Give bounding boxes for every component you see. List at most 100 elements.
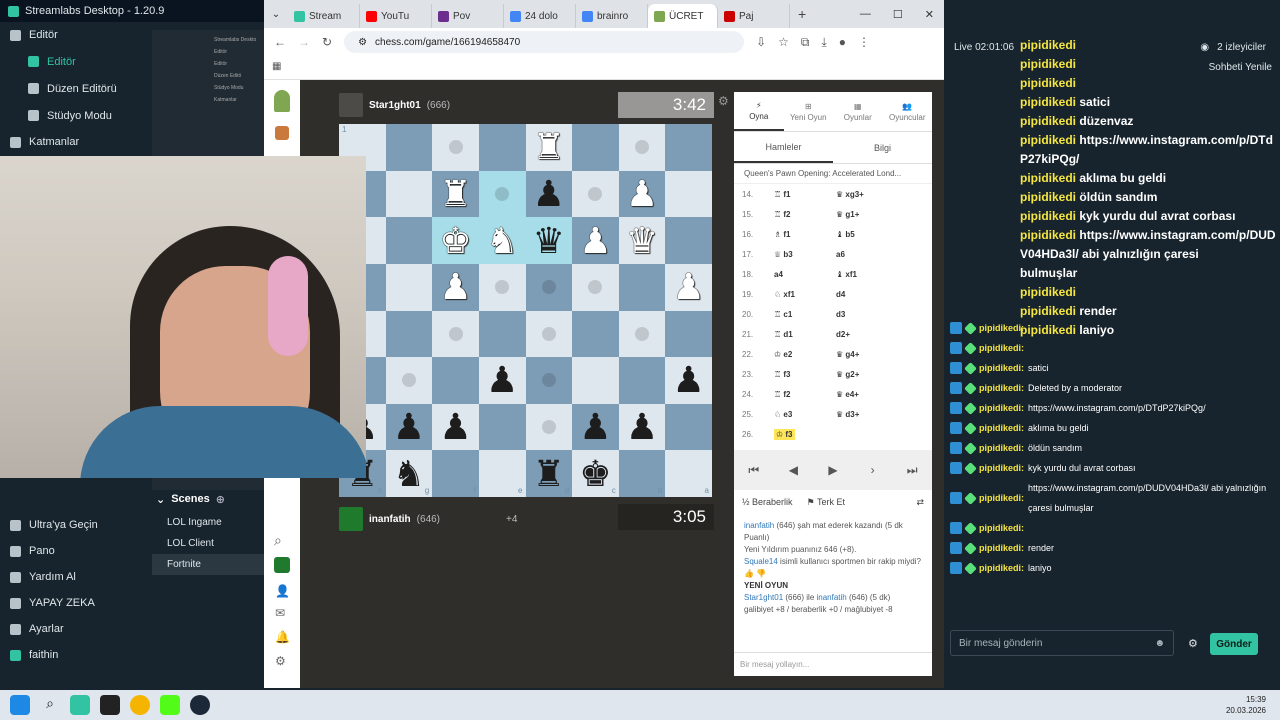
tab-play[interactable]: ⚡ Oyna xyxy=(734,92,784,131)
black-knight-icon[interactable]: ♞ xyxy=(393,455,425,492)
sidebar-item-ai[interactable]: YAPAY ZEKA xyxy=(0,590,152,616)
board-square[interactable]: ♟ xyxy=(432,263,479,311)
first-move-button[interactable]: ⏮ xyxy=(739,457,769,483)
board-square[interactable]: ♟ xyxy=(478,357,526,404)
black-pawn-icon[interactable]: ♟ xyxy=(486,362,518,398)
black-move[interactable]: ♛ d3+ xyxy=(836,410,896,419)
white-move[interactable]: ♕ b3 xyxy=(766,250,836,259)
board-square[interactable] xyxy=(385,310,433,358)
chess-board[interactable]: 1♜♜♟♟♚♞♛♟♛♟♟♟♟♟♟♟♟♟♜h♞gfe♜d♚cba xyxy=(339,124,712,497)
scene-item-selected[interactable]: Fortnite xyxy=(152,554,264,575)
white-move[interactable]: ♘ xf1 xyxy=(766,290,836,299)
new-tab-icon[interactable]: + xyxy=(798,6,806,22)
black-rook-icon[interactable]: ♜ xyxy=(533,455,565,492)
extensions-icon[interactable]: ⧉ xyxy=(801,35,810,50)
steam-icon[interactable] xyxy=(190,695,210,715)
chat-username[interactable]: pipidikedi: xyxy=(979,538,1024,558)
black-king-icon[interactable]: ♚ xyxy=(579,455,611,492)
white-pawn-icon[interactable]: ♟ xyxy=(673,269,705,305)
board-square[interactable]: ♜ d xyxy=(525,450,573,497)
bell-icon[interactable]: 🔔 xyxy=(275,630,290,644)
settings-gear-icon[interactable]: ⚙ xyxy=(275,654,286,668)
chat-input[interactable]: Bir mesaj gönderin ☻ xyxy=(950,630,1174,656)
white-move[interactable]: ♔ e2 xyxy=(766,350,836,359)
streamlabs-icon[interactable] xyxy=(70,695,90,715)
browser-tab-active[interactable]: ÜCRET xyxy=(648,4,718,28)
white-knight-icon[interactable]: ♞ xyxy=(486,222,518,259)
board-square[interactable] xyxy=(525,403,573,451)
board-square[interactable] xyxy=(618,310,666,358)
browser-tab[interactable]: brainro xyxy=(576,4,648,28)
play-icon[interactable] xyxy=(275,126,289,140)
board-square[interactable] xyxy=(478,170,526,218)
white-move[interactable]: ♖ f1 xyxy=(766,190,836,199)
board-square[interactable] xyxy=(432,310,479,358)
send-button[interactable]: Gönder xyxy=(1210,633,1258,655)
white-king-icon[interactable]: ♚ xyxy=(439,222,471,259)
white-pawn-icon[interactable]: ♟ xyxy=(439,269,471,305)
tab-moves[interactable]: Hamleler xyxy=(734,132,833,163)
board-settings-icon[interactable]: ⚙ xyxy=(718,94,729,108)
board-square[interactable]: f xyxy=(432,450,479,497)
back-icon[interactable]: ← xyxy=(274,35,286,49)
kick-icon[interactable] xyxy=(160,695,180,715)
board-square[interactable] xyxy=(665,124,712,171)
board-square[interactable]: b xyxy=(618,450,666,497)
board-square[interactable] xyxy=(432,357,479,404)
play-button[interactable]: ▶ xyxy=(818,457,848,483)
thumbs-up-icon[interactable]: 👍 xyxy=(744,569,754,578)
sidebar-item-ultra[interactable]: Ultra'ya Geçin xyxy=(0,512,152,538)
board-square[interactable] xyxy=(572,357,619,404)
white-move[interactable]: ♖ f3 xyxy=(766,370,836,379)
board-square[interactable] xyxy=(385,124,433,171)
white-move[interactable]: ♖ d1 xyxy=(766,330,836,339)
add-scene-icon[interactable]: ⊕ xyxy=(216,493,225,506)
board-square[interactable]: ♟ xyxy=(525,170,573,218)
tab-search-icon[interactable]: ⌄ xyxy=(264,9,288,20)
black-pawn-icon[interactable]: ♟ xyxy=(626,409,658,445)
reload-icon[interactable]: ↻ xyxy=(322,35,332,49)
close-icon[interactable]: ✕ xyxy=(925,8,934,21)
white-move[interactable]: ♖ f2 xyxy=(766,390,836,399)
chess-logo-icon[interactable] xyxy=(274,90,290,112)
scene-item[interactable]: LOL Ingame xyxy=(152,512,264,533)
tab-new-game[interactable]: ⊞ Yeni Oyun xyxy=(784,92,834,131)
windows-start-icon[interactable] xyxy=(10,695,30,715)
chat-username[interactable]: pipidikedi: xyxy=(979,488,1024,508)
apps-grid-icon[interactable]: ▦ xyxy=(272,61,281,72)
browser-tab[interactable]: YouTu xyxy=(360,4,432,28)
top-player-name[interactable]: Star1ght01 xyxy=(369,100,421,111)
board-square[interactable]: ♟ xyxy=(385,403,433,451)
player-link[interactable]: Squale14 xyxy=(744,557,778,566)
board-square[interactable]: ♛ xyxy=(618,217,666,264)
board-square[interactable] xyxy=(665,170,712,218)
black-move[interactable]: a6 xyxy=(836,250,896,259)
draw-button[interactable]: ½ Beraberlik xyxy=(742,497,793,507)
chat-username[interactable]: pipidikedi: xyxy=(979,318,1024,338)
search-icon[interactable]: ⌕ xyxy=(40,695,60,715)
install-icon[interactable]: ⇩ xyxy=(756,35,766,49)
chat-username[interactable]: pipidikedi: xyxy=(979,518,1024,538)
tab-games[interactable]: ▦ Oyunlar xyxy=(833,92,883,131)
black-pawn-icon[interactable]: ♟ xyxy=(533,175,565,212)
sidebar-item-editor[interactable]: Editör xyxy=(0,48,152,75)
board-square[interactable] xyxy=(385,263,433,311)
browser-tab[interactable]: 24 dolo xyxy=(504,4,576,28)
clock-date[interactable]: 20.03.2026 xyxy=(1226,705,1266,716)
forward-icon[interactable]: → xyxy=(298,35,310,49)
white-pawn-icon[interactable]: ♟ xyxy=(579,222,611,259)
board-square[interactable]: ♟ xyxy=(432,403,479,451)
board-square[interactable]: ♚ c xyxy=(572,450,619,497)
white-rook-icon[interactable]: ♜ xyxy=(439,175,471,212)
url-bar[interactable]: ⚙ chess.com/game/166194658470 xyxy=(344,31,745,53)
black-queen-icon[interactable]: ♛ xyxy=(533,222,565,259)
sidebar-section-layers[interactable]: Katmanlar xyxy=(0,129,152,155)
chat-username[interactable]: pipidikedi: xyxy=(979,418,1024,438)
chrome-icon[interactable] xyxy=(130,695,150,715)
chat-username[interactable]: pipidikedi: xyxy=(979,398,1024,418)
white-queen-icon[interactable]: ♛ xyxy=(626,222,658,259)
board-square[interactable] xyxy=(385,357,433,404)
avatar[interactable] xyxy=(339,93,363,117)
sidebar-user[interactable]: faithin xyxy=(0,642,152,668)
board-square[interactable] xyxy=(572,124,619,171)
